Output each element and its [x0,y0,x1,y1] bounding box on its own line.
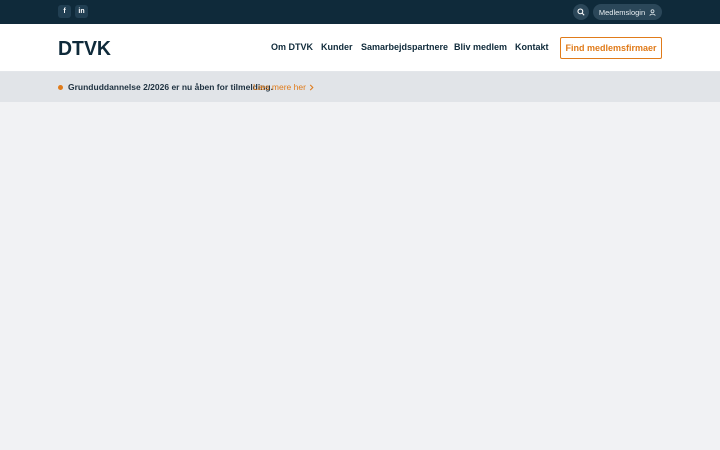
search-icon [577,8,585,16]
nav-om-dtvk[interactable]: Om DTVK [271,42,313,52]
nav-kontakt[interactable]: Kontakt [515,42,549,52]
nav-samarbejdspartnere[interactable]: Samarbejdspartnere [361,42,448,52]
dtvk-logo[interactable]: DTVK [58,39,111,57]
chevron-right-icon [309,84,314,90]
search-button[interactable] [573,4,589,20]
main-header: DTVK Om DTVK Kunder Samarbejdspartnere B… [0,24,720,72]
facebook-icon[interactable]: f [58,5,71,18]
announcement-bar: Grunduddannelse 2/2026 er nu åben for ti… [0,72,720,102]
announcement-text: Grunduddannelse 2/2026 er nu åben for ti… [68,82,273,92]
user-icon [649,8,656,16]
read-more-label: Læs mere her [253,82,306,92]
member-login-button[interactable]: Medlemslogin [593,4,662,20]
member-login-label: Medlemslogin [598,7,646,17]
page-content-area [0,102,720,450]
nav-kunder[interactable]: Kunder [321,42,353,52]
announcement-dot-icon [58,85,63,90]
find-members-button[interactable]: Find medlemsfirmaer [560,37,662,59]
logo-text: DTVK [58,39,111,57]
top-bar: f in Medlemslogin [0,0,720,24]
read-more-link[interactable]: Læs mere her [253,82,314,92]
nav-bliv-medlem[interactable]: Bliv medlem [454,42,507,52]
linkedin-icon[interactable]: in [75,5,88,18]
